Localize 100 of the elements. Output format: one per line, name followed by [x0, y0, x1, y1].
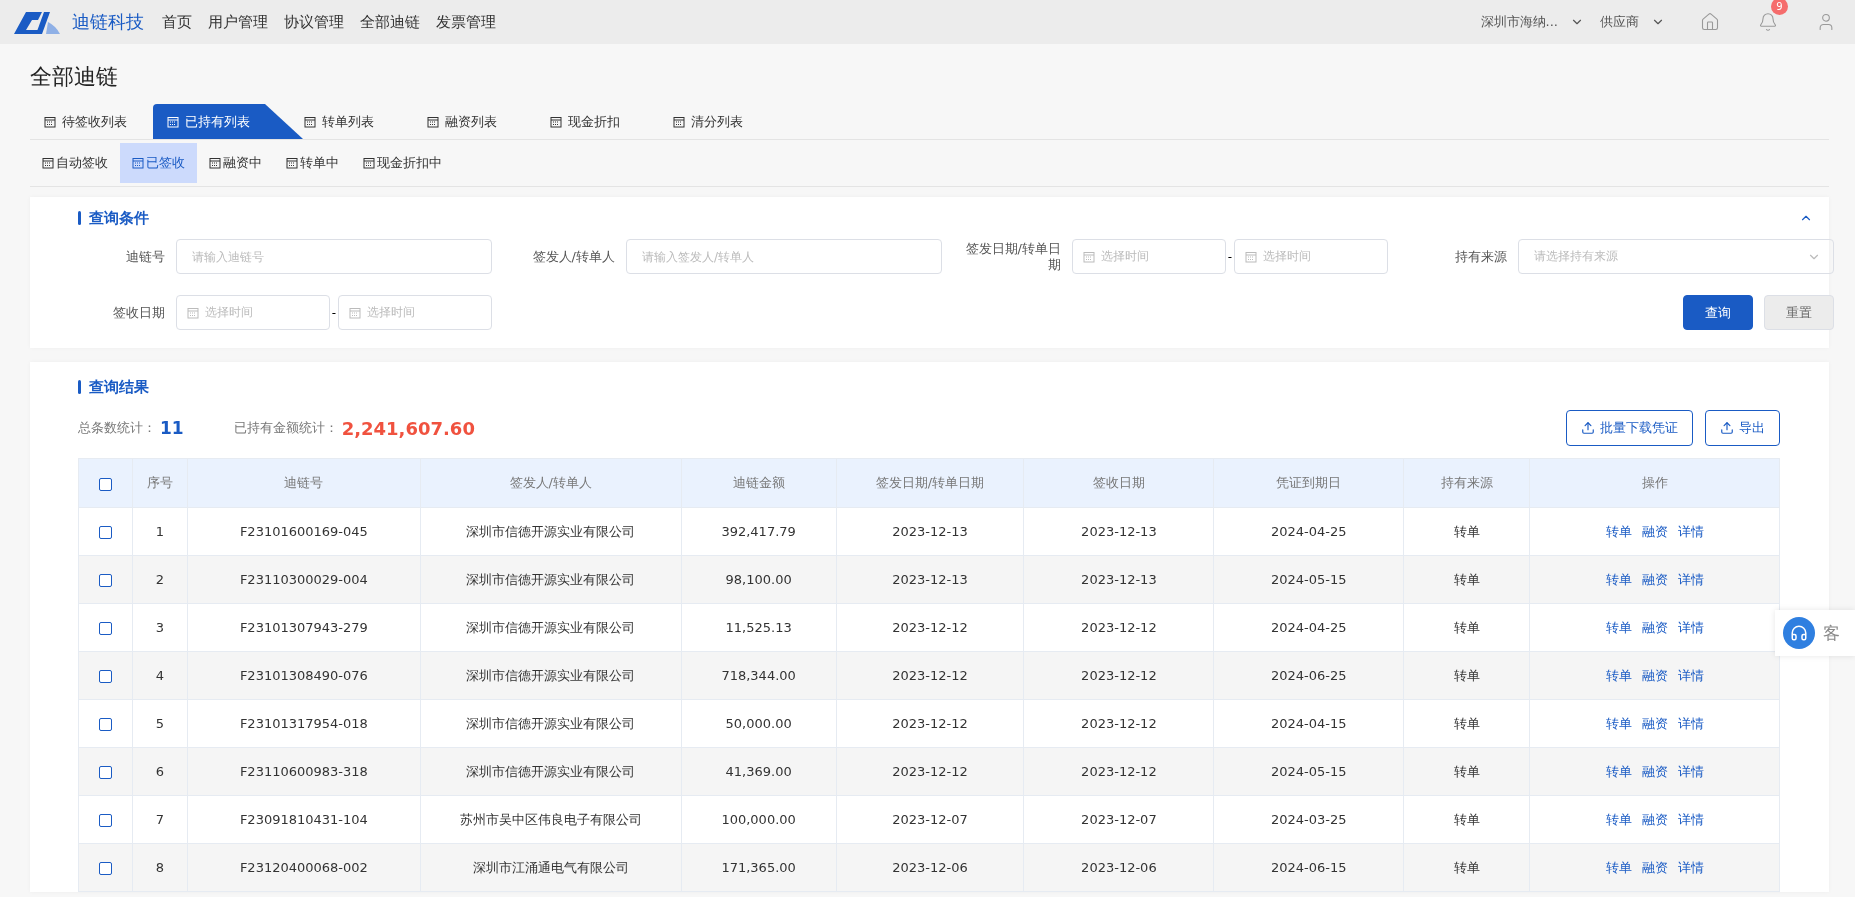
action-link[interactable]: 转单	[1605, 715, 1632, 731]
table-cell: 2024-06-15	[1213, 843, 1404, 892]
table-cell: 2023-12-13	[836, 507, 1024, 556]
calendar-icon	[1083, 250, 1095, 263]
action-link[interactable]: 融资	[1641, 667, 1668, 683]
action-link[interactable]: 融资	[1641, 811, 1668, 827]
action-link[interactable]: 转单	[1605, 811, 1632, 827]
column-header: 操作	[1529, 458, 1780, 508]
table-cell: 苏州市吴中区伟良电子有限公司	[420, 795, 682, 844]
table-cell: 2024-04-15	[1213, 699, 1404, 748]
table-cell: F23110600983-318	[187, 747, 421, 796]
action-link[interactable]: 融资	[1641, 715, 1668, 731]
checkbox[interactable]	[99, 766, 112, 779]
table-cell: 转单	[1403, 507, 1530, 556]
calendar-icon	[427, 115, 439, 128]
action-link[interactable]: 详情	[1677, 523, 1704, 539]
action-link[interactable]: 详情	[1677, 811, 1704, 827]
action-link[interactable]: 详情	[1677, 571, 1704, 587]
search-button[interactable]: 查询	[1683, 295, 1753, 330]
action-link[interactable]: 转单	[1605, 523, 1632, 539]
action-link[interactable]: 融资	[1641, 571, 1668, 587]
column-header: 迪链金额	[681, 458, 837, 508]
nav-link[interactable]: 发票管理	[436, 12, 496, 32]
table-cell: 5	[132, 699, 188, 748]
table-cell: 深圳市信德开源实业有限公司	[420, 747, 682, 796]
table-cell: 深圳市信德开源实业有限公司	[420, 507, 682, 556]
tab[interactable]: 现金折扣	[536, 104, 659, 139]
table-cell: 50,000.00	[681, 699, 837, 748]
table-cell: 转单	[1403, 699, 1530, 748]
action-link[interactable]: 详情	[1677, 763, 1704, 779]
sub-tab[interactable]: 现金折扣中	[351, 143, 454, 183]
total-count: 11	[160, 418, 184, 438]
action-link[interactable]: 详情	[1677, 619, 1704, 635]
checkbox[interactable]	[99, 862, 112, 875]
action-link[interactable]: 融资	[1641, 523, 1668, 539]
table-cell: 2023-12-13	[1023, 507, 1214, 556]
action-link[interactable]: 详情	[1677, 667, 1704, 683]
nav-link[interactable]: 协议管理	[284, 12, 344, 32]
tab[interactable]: 已持有列表	[153, 104, 303, 139]
total-amount: 2,241,607.60	[341, 417, 475, 439]
checkbox[interactable]	[99, 574, 112, 587]
role-dropdown[interactable]: 供应商	[1600, 13, 1665, 31]
table-cell: F23101317954-018	[187, 699, 421, 748]
action-link[interactable]: 详情	[1677, 859, 1704, 875]
table-cell: 2023-12-12	[836, 747, 1024, 796]
checkbox[interactable]	[99, 814, 112, 827]
range-separator: -	[1227, 249, 1233, 264]
text-field[interactable]: 请输入签发人/转单人	[626, 239, 942, 274]
column-header: 迪链号	[187, 458, 421, 508]
download-button[interactable]: 批量下载凭证	[1566, 410, 1693, 446]
action-link[interactable]: 转单	[1605, 859, 1632, 875]
tab[interactable]: 待签收列表	[30, 104, 153, 139]
text-field[interactable]: 请输入迪链号	[176, 239, 492, 274]
tab[interactable]: 融资列表	[413, 104, 536, 139]
action-link[interactable]: 转单	[1605, 619, 1632, 635]
checkbox[interactable]	[99, 670, 112, 683]
table-cell: 392,417.79	[681, 507, 837, 556]
table-cell: 718,344.00	[681, 651, 837, 700]
sub-tab[interactable]: 自动签收	[30, 143, 120, 183]
action-link[interactable]: 融资	[1641, 763, 1668, 779]
stat-label: 已持有金额统计：	[233, 419, 338, 437]
action-link[interactable]: 转单	[1605, 763, 1632, 779]
calendar-icon	[286, 157, 298, 169]
nav-link[interactable]: 首页	[162, 12, 192, 32]
table-cell: 转单	[1403, 795, 1530, 844]
stat-label: 总条数统计：	[78, 419, 156, 437]
sub-tab[interactable]: 已签收	[120, 143, 197, 183]
sub-tab[interactable]: 融资中	[197, 143, 274, 183]
checkbox[interactable]	[99, 477, 112, 491]
table-cell: 深圳市信德开源实业有限公司	[420, 555, 682, 604]
calendar-icon	[550, 115, 562, 128]
table-cell: 2024-06-25	[1213, 651, 1404, 700]
table-cell: 转单	[1403, 843, 1530, 892]
table-cell: 98,100.00	[681, 555, 837, 604]
table-cell: 2024-04-25	[1213, 507, 1404, 556]
table-cell: 2023-12-12	[1023, 699, 1214, 748]
checkbox[interactable]	[99, 718, 112, 731]
export-button[interactable]: 导出	[1705, 410, 1780, 446]
table-cell: 6	[132, 747, 188, 796]
calendar-icon	[44, 115, 56, 128]
checkbox[interactable]	[99, 526, 112, 539]
action-link[interactable]: 转单	[1605, 571, 1632, 587]
tab[interactable]: 清分列表	[659, 104, 782, 139]
table-cell: 转单	[1403, 555, 1530, 604]
action-link[interactable]: 融资	[1641, 859, 1668, 875]
checkbox[interactable]	[99, 622, 112, 635]
reset-button[interactable]: 重置	[1764, 295, 1834, 330]
action-link[interactable]: 转单	[1605, 667, 1632, 683]
action-link[interactable]: 融资	[1641, 619, 1668, 635]
brand-name: 迪链科技	[72, 10, 144, 34]
support-widget[interactable]: 客	[1775, 610, 1855, 656]
field-label: 签收日期	[112, 304, 165, 321]
company-dropdown[interactable]: 深圳市海纳...	[1480, 13, 1584, 31]
nav-link[interactable]: 全部迪链	[360, 12, 420, 32]
field-label: 迪链号	[125, 248, 165, 265]
action-link[interactable]: 详情	[1677, 715, 1704, 731]
nav-link[interactable]: 用户管理	[208, 12, 268, 32]
section-title: 查询条件	[89, 208, 149, 228]
calendar-icon	[363, 157, 375, 169]
sub-tab[interactable]: 转单中	[274, 143, 351, 183]
